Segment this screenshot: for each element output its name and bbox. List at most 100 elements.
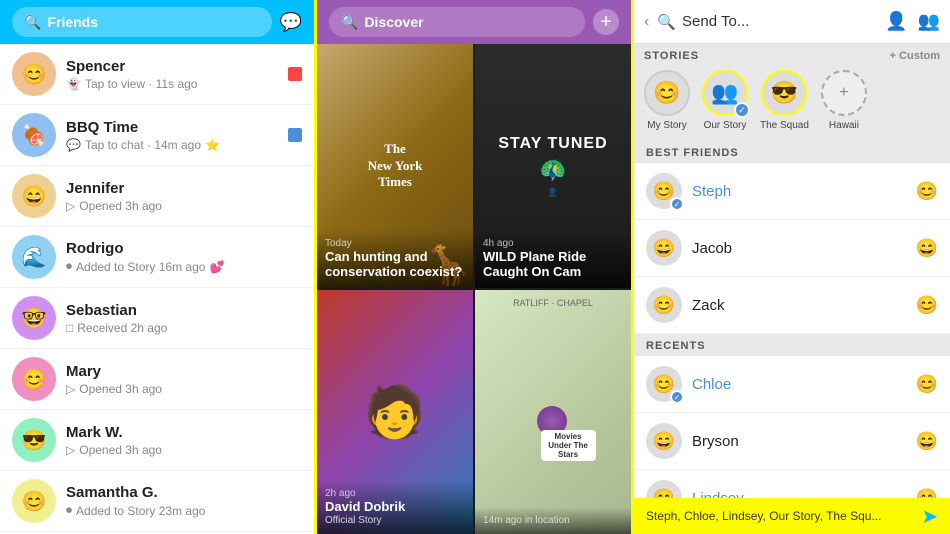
- story-item-our[interactable]: 👥 ✓ Our Story: [702, 70, 748, 131]
- send-friend-item-jacob[interactable]: 😄 Jacob 😄: [634, 220, 950, 277]
- discover-header: 🔍 Discover +: [317, 0, 631, 44]
- nbc-title: WILD Plane Ride Caught On Cam: [483, 249, 623, 280]
- discover-search-bar[interactable]: 🔍 Discover: [329, 7, 585, 37]
- send-friend-name-lindsey: Lindsey: [692, 490, 906, 499]
- friend-status-bbq: 💬 Tap to chat · 14m ago ⭐: [66, 138, 278, 152]
- friend-status-spencer: 👻 Tap to view · 11s ago: [66, 77, 278, 91]
- jacob-emoji-badge: 😄: [916, 238, 938, 259]
- nyt-overlay: Today Can hunting and conservation coexi…: [317, 230, 473, 288]
- star-icon: ⭐: [205, 138, 220, 152]
- add-friends-icon[interactable]: 👤: [885, 11, 907, 32]
- story-avatar-wrapper-hawaii: +: [821, 70, 867, 116]
- stories-section: STORIES + Custom 😊 My Story 👥 ✓ Our Stor…: [634, 44, 950, 141]
- send-arrow-icon[interactable]: ➤: [921, 504, 938, 529]
- friend-item-markw[interactable]: 😎 Mark W. ▷ Opened 3h ago: [0, 410, 314, 471]
- friends-search-bar[interactable]: 🔍 Friends: [12, 7, 272, 37]
- friend-item-samantha[interactable]: 😊 Samantha G. ⏺ Added to Story 23m ago: [0, 471, 314, 532]
- nyt-time: Today: [325, 238, 465, 249]
- heart-icon: 💕: [209, 260, 224, 274]
- send-friend-name-bryson: Bryson: [692, 433, 906, 450]
- discover-grid: TheNew YorkTimes 🦒 Today Can hunting and…: [317, 44, 631, 534]
- friend-item-rodrigo[interactable]: 🌊 Rodrigo ⏺ Added to Story 16m ago 💕: [0, 227, 314, 288]
- story-avatar-my: 😊: [644, 70, 690, 116]
- map-overlay: 14m ago in location: [475, 507, 631, 534]
- map-city-labels: RATLIFF · CHAPEL: [483, 298, 623, 308]
- send-friend-item-zack[interactable]: 😊 Zack 😊: [634, 277, 950, 334]
- friends-chat-icon[interactable]: 💬: [280, 12, 302, 33]
- map-content: RATLIFF · CHAPEL Movies Under The Stars: [475, 290, 631, 534]
- send-friend-item-chloe[interactable]: 😊 ✓ Chloe 😊: [634, 356, 950, 413]
- back-icon[interactable]: ‹: [644, 13, 649, 31]
- send-to-title: Send To...: [682, 13, 749, 30]
- send-header: ‹ 🔍 Send To... 👤 👥: [634, 0, 950, 44]
- friend-info-mary: Mary ▷ Opened 3h ago: [66, 363, 302, 396]
- send-search-bar[interactable]: 🔍 Send To...: [657, 13, 877, 31]
- story-item-my[interactable]: 😊 My Story: [644, 70, 690, 131]
- send-friend-name-zack: Zack: [692, 297, 906, 314]
- nyt-logo: TheNew YorkTimes: [360, 133, 431, 200]
- friend-item-jennifer[interactable]: 😄 Jennifer ▷ Opened 3h ago: [0, 166, 314, 227]
- map-time: 14m ago in location: [483, 515, 623, 526]
- discover-card-nbc[interactable]: STAY TUNED 🦚 👤 4h ago WILD Plane Ride Ca…: [475, 44, 631, 288]
- send-content: STORIES + Custom 😊 My Story 👥 ✓ Our Stor…: [634, 44, 950, 498]
- group-icon[interactable]: 👥: [918, 11, 940, 32]
- discover-card-map[interactable]: RATLIFF · CHAPEL Movies Under The Stars …: [475, 290, 631, 534]
- recents-header: RECENTS: [634, 334, 950, 356]
- friend-info-spencer: Spencer 👻 Tap to view · 11s ago: [66, 58, 278, 91]
- send-search-icon: 🔍: [657, 13, 676, 31]
- dobrik-subtitle: Official Story: [325, 515, 465, 526]
- friend-name-rodrigo: Rodrigo: [66, 240, 302, 257]
- friend-item-sebastian[interactable]: 🤓 Sebastian □ Received 2h ago: [0, 288, 314, 349]
- chloe-emoji-badge: 😊: [916, 374, 938, 395]
- friend-avatar-bbq: 🍖: [12, 113, 56, 157]
- story-check-our: ✓: [734, 102, 750, 118]
- chloe-verified-badge: ✓: [670, 390, 684, 404]
- discover-add-button[interactable]: +: [593, 9, 619, 35]
- send-friend-name-chloe: Chloe: [692, 376, 906, 393]
- story-label-our: Our Story: [704, 120, 747, 131]
- send-friend-item-steph[interactable]: 😊 ✓ Steph 😊: [634, 163, 950, 220]
- nbc-person-illustration: 👤: [541, 187, 564, 198]
- friend-avatar-jennifer: 😄: [12, 174, 56, 218]
- send-bar[interactable]: Steph, Chloe, Lindsey, Our Story, The Sq…: [634, 498, 950, 534]
- opened2-icon: ▷: [66, 382, 75, 396]
- zack-emoji-badge: 😊: [916, 295, 938, 316]
- story-label-hawaii: Hawaii: [829, 120, 859, 131]
- friend-item-bbq[interactable]: 🍖 BBQ Time 💬 Tap to chat · 14m ago ⭐: [0, 105, 314, 166]
- friend-item-mary[interactable]: 😊 Mary ▷ Opened 3h ago: [0, 349, 314, 410]
- discover-card-dobrik[interactable]: 🧑 2h ago David Dobrik Official Story: [317, 290, 473, 534]
- send-friend-avatar-lindsey: 😊 ✓: [646, 480, 682, 498]
- story-avatar-wrapper-squad: 😎: [761, 70, 807, 116]
- chat-icon: 💬: [66, 138, 81, 152]
- story-item-hawaii[interactable]: + Hawaii: [821, 70, 867, 131]
- story-label-squad: The Squad: [760, 120, 809, 131]
- discover-card-nyt[interactable]: TheNew YorkTimes 🦒 Today Can hunting and…: [317, 44, 473, 288]
- opened3-icon: ▷: [66, 443, 75, 457]
- search-icon: 🔍: [24, 14, 41, 31]
- story-item-squad[interactable]: 😎 The Squad: [760, 70, 809, 131]
- friend-avatar-spencer: 😊: [12, 52, 56, 96]
- friend-info-bbq: BBQ Time 💬 Tap to chat · 14m ago ⭐: [66, 119, 278, 152]
- send-friend-item-lindsey[interactable]: 😊 ✓ Lindsey 😊: [634, 470, 950, 498]
- custom-story-button[interactable]: + Custom: [890, 50, 940, 62]
- friend-status-mary: ▷ Opened 3h ago: [66, 382, 302, 396]
- friends-header: 🔍 Friends 💬: [0, 0, 314, 44]
- snap-icon: 👻: [66, 77, 81, 91]
- friend-name-samantha: Samantha G.: [66, 484, 302, 501]
- friend-badge-spencer: [288, 67, 302, 81]
- story-label-my: My Story: [647, 120, 686, 131]
- friend-name-bbq: BBQ Time: [66, 119, 278, 136]
- steph-emoji-badge: 😊: [916, 181, 938, 202]
- send-friend-item-bryson[interactable]: 😄 Bryson 😄: [634, 413, 950, 470]
- friend-status-rodrigo: ⏺ Added to Story 16m ago 💕: [66, 259, 302, 274]
- friends-list: 😊 Spencer 👻 Tap to view · 11s ago 🍖 BBQ …: [0, 44, 314, 534]
- send-friend-avatar-jacob: 😄: [646, 230, 682, 266]
- send-friend-avatar-zack: 😊: [646, 287, 682, 323]
- friend-name-mary: Mary: [66, 363, 302, 380]
- best-friends-section: BEST FRIENDS 😊 ✓ Steph 😊 😄 Jacob 😄 😊 Zac…: [634, 141, 950, 334]
- friend-item-spencer[interactable]: 😊 Spencer 👻 Tap to view · 11s ago: [0, 44, 314, 105]
- dobrik-overlay: 2h ago David Dobrik Official Story: [317, 480, 473, 534]
- steph-verified-badge: ✓: [670, 197, 684, 211]
- friend-avatar-rodrigo: 🌊: [12, 235, 56, 279]
- friend-name-sebastian: Sebastian: [66, 302, 302, 319]
